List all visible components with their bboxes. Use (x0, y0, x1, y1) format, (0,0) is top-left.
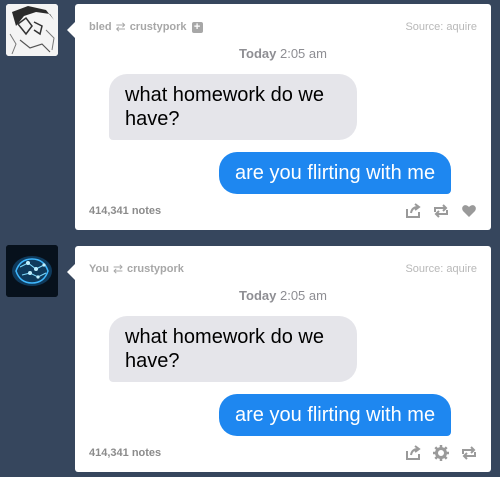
reblog-icon[interactable] (433, 203, 449, 219)
reblog-small-icon: ⇄ (115, 20, 126, 34)
share-icon[interactable] (405, 203, 421, 219)
reblog-icon[interactable] (461, 445, 477, 461)
post-source[interactable]: Source: aquire (405, 21, 477, 33)
post-footer: 414,341 notes (89, 202, 477, 220)
post-actions (405, 445, 477, 461)
message-timestamp: Today 2:05 am (75, 288, 491, 303)
timestamp-day: Today (239, 46, 277, 61)
author-name[interactable]: bled (89, 21, 112, 33)
timestamp-time: 2:05 am (279, 46, 327, 61)
notes-count[interactable]: 414,341 notes (89, 205, 161, 217)
source-label: Source: (405, 21, 444, 33)
post-header: You ⇄ crustypork Source: aquire (89, 261, 477, 277)
author-name[interactable]: You (89, 263, 109, 275)
incoming-message-bubble: what homework do we have? (109, 316, 357, 382)
avatar[interactable] (6, 4, 58, 56)
post-footer: 414,341 notes (89, 444, 477, 462)
post-card: You ⇄ crustypork Source: aquire Today 2:… (67, 246, 491, 472)
outgoing-message-bubble: are you flirting with me (219, 152, 452, 194)
source-name: aquire (446, 263, 477, 275)
avatar[interactable] (6, 245, 58, 297)
post-card: bled ⇄ crustypork + Source: aquire Today… (67, 4, 491, 230)
outgoing-message-bubble: are you flirting with me (219, 394, 452, 436)
source-name: aquire (446, 21, 477, 33)
incoming-message-bubble: what homework do we have? (109, 74, 357, 140)
settings-icon[interactable] (433, 445, 449, 461)
post-header: bled ⇄ crustypork + Source: aquire (89, 19, 477, 35)
share-icon[interactable] (405, 445, 421, 461)
glowing-brain-avatar-icon (6, 245, 58, 297)
post-actions (405, 203, 477, 219)
source-label: Source: (405, 263, 444, 275)
anime-sketch-avatar-icon (6, 4, 58, 56)
reblogged-from-name[interactable]: crustypork (130, 21, 187, 33)
message-timestamp: Today 2:05 am (75, 46, 491, 61)
post-source[interactable]: Source: aquire (405, 263, 477, 275)
reblog-small-icon: ⇄ (112, 262, 124, 276)
reblogged-from-name[interactable]: crustypork (127, 263, 184, 275)
notes-count[interactable]: 414,341 notes (89, 447, 161, 459)
follow-button[interactable]: + (191, 21, 203, 33)
timestamp-time: 2:05 am (279, 288, 327, 303)
timestamp-day: Today (239, 288, 277, 303)
like-icon[interactable] (461, 203, 477, 219)
